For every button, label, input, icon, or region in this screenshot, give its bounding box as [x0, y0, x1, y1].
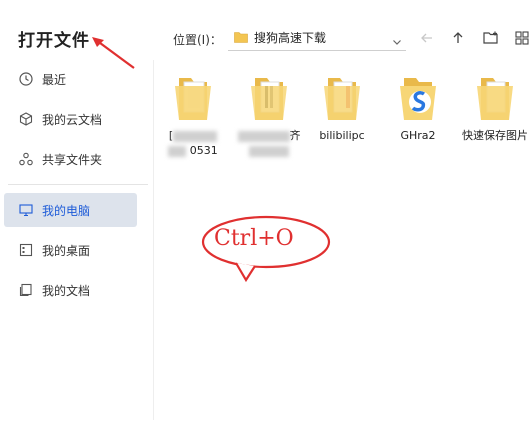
file-name: [ 0531: [168, 129, 218, 157]
folder-item[interactable]: GHra2: [381, 72, 455, 143]
folder-icon: [169, 72, 217, 122]
pane-divider: [153, 60, 154, 420]
location-dropdown[interactable]: 搜狗高速下载: [228, 25, 406, 51]
arrow-left-icon: [421, 33, 432, 43]
red-arrow-annotation: [92, 37, 135, 69]
back-button[interactable]: [417, 28, 437, 48]
cube-icon: [18, 111, 34, 127]
sidebar-item-label: 我的桌面: [42, 243, 91, 258]
dialog-title: 打开文件: [18, 31, 90, 51]
location-label: 位置(I)：: [173, 33, 222, 47]
sidebar-divider: [8, 184, 148, 185]
folder-item[interactable]: 齐: [232, 72, 306, 158]
file-name: GHra2: [400, 129, 436, 142]
sidebar-item-label: 我的电脑: [42, 203, 91, 218]
up-button[interactable]: [448, 28, 468, 48]
folder-item[interactable]: 快速保存图片: [458, 72, 532, 143]
arrow-up-icon: [453, 32, 463, 43]
desktop-icon: [18, 242, 34, 258]
folder-icon: [318, 72, 366, 122]
sidebar-item-label: 共享文件夹: [42, 152, 103, 167]
sidebar-item-cloud-docs[interactable]: 我的云文档: [4, 102, 137, 136]
new-folder-button[interactable]: [481, 28, 501, 48]
file-name: bilibilipc: [319, 129, 365, 142]
chevron-down-icon[interactable]: [392, 32, 402, 51]
location-value: 搜狗高速下载: [254, 31, 327, 45]
file-name: 快速保存图片: [462, 129, 528, 142]
view-mode-button[interactable]: [512, 28, 532, 48]
folder-icon: [471, 72, 519, 122]
sidebar-item-my-documents[interactable]: 我的文档: [4, 273, 137, 307]
monitor-icon: [18, 202, 34, 218]
folder-item[interactable]: bilibilipc: [305, 72, 379, 143]
share-icon: [18, 151, 34, 167]
file-name: 齐: [232, 128, 306, 158]
sidebar-item-my-desktop[interactable]: 我的桌面: [4, 233, 137, 267]
sidebar-item-label: 我的云文档: [42, 112, 103, 127]
documents-icon: [18, 282, 34, 298]
folder-icon: [234, 28, 248, 47]
sidebar-item-label: 我的文档: [42, 283, 91, 298]
shortcut-annotation-text: Ctrl+O: [214, 226, 294, 251]
sidebar-item-label: 最近: [42, 72, 67, 87]
new-folder-icon: [483, 31, 498, 44]
folder-icon: [245, 72, 293, 122]
clock-icon: [18, 71, 34, 87]
sidebar-item-my-computer[interactable]: 我的电脑: [4, 193, 137, 227]
folder-icon: [394, 72, 442, 122]
folder-item[interactable]: [ 0531: [156, 72, 230, 158]
grid-view-icon: [515, 31, 529, 45]
sidebar-item-shared-folder[interactable]: 共享文件夹: [4, 142, 137, 176]
